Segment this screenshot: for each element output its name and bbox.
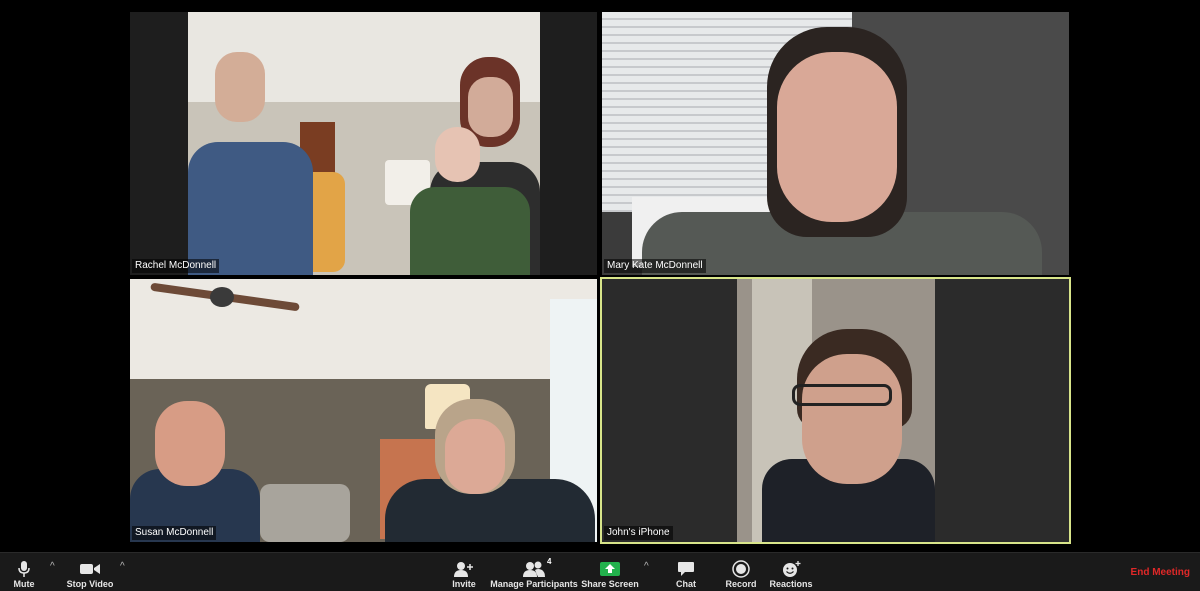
participants-icon xyxy=(523,559,545,579)
participant-name-label: Mary Kate McDonnell xyxy=(604,259,706,273)
glasses xyxy=(792,384,892,406)
person-man-face xyxy=(215,52,265,122)
person-man-face xyxy=(155,401,225,486)
share-screen-arrow-icon xyxy=(600,559,620,579)
armchair xyxy=(260,484,350,542)
participant-count-badge: 4 xyxy=(547,557,552,566)
person-woman-face xyxy=(468,77,513,137)
manage-participants-label: Manage Participants xyxy=(490,579,578,589)
share-screen-label: Share Screen xyxy=(581,579,639,589)
video-gallery: Rachel McDonnell Mary Kate McDonnell Sus… xyxy=(0,0,1200,552)
stop-video-label: Stop Video xyxy=(66,579,114,589)
record-icon xyxy=(732,559,750,579)
audio-options-chevron-up-icon[interactable]: ^ xyxy=(50,561,55,572)
person-man-body xyxy=(188,142,313,275)
end-meeting-button[interactable]: End Meeting xyxy=(1131,567,1190,578)
participant-name-label: Susan McDonnell xyxy=(132,526,217,540)
meeting-toolbar: Mute ^ Stop Video ^ Invite Manage Partic… xyxy=(0,552,1200,591)
mute-button[interactable]: Mute xyxy=(4,553,44,591)
video-options-chevron-up-icon[interactable]: ^ xyxy=(120,561,125,572)
video-tile-johns-iphone[interactable]: John's iPhone xyxy=(600,277,1071,544)
smiley-face-icon xyxy=(781,559,801,579)
video-camera-icon xyxy=(79,559,101,579)
share-screen-button[interactable]: Share Screen xyxy=(581,553,639,591)
baby-body xyxy=(410,187,530,275)
reactions-label: Reactions xyxy=(769,579,813,589)
chat-label: Chat xyxy=(676,579,696,589)
participant-name-label: Rachel McDonnell xyxy=(132,259,220,273)
person-face xyxy=(777,52,897,222)
mute-label: Mute xyxy=(13,579,35,589)
person-face xyxy=(802,354,902,484)
person-woman-face xyxy=(445,419,505,494)
manage-participants-button[interactable]: Manage Participants xyxy=(490,553,578,591)
participant-name-label: John's iPhone xyxy=(604,526,673,540)
invite-label: Invite xyxy=(452,579,476,589)
record-button[interactable]: Record xyxy=(722,553,760,591)
video-tile-mary-kate[interactable]: Mary Kate McDonnell xyxy=(602,12,1069,275)
video-tile-rachel[interactable]: Rachel McDonnell xyxy=(130,12,597,275)
share-options-chevron-up-icon[interactable]: ^ xyxy=(644,561,649,572)
reactions-button[interactable]: Reactions xyxy=(768,553,814,591)
baby-face xyxy=(435,127,480,182)
stop-video-button[interactable]: Stop Video xyxy=(62,553,118,591)
video-tile-susan[interactable]: Susan McDonnell xyxy=(130,279,597,542)
microphone-icon xyxy=(17,559,31,579)
ceiling-fan xyxy=(150,279,300,319)
chat-button[interactable]: Chat xyxy=(668,553,704,591)
add-person-icon xyxy=(454,559,474,579)
chat-bubble-icon xyxy=(677,559,695,579)
invite-button[interactable]: Invite xyxy=(444,553,484,591)
record-label: Record xyxy=(725,579,757,589)
